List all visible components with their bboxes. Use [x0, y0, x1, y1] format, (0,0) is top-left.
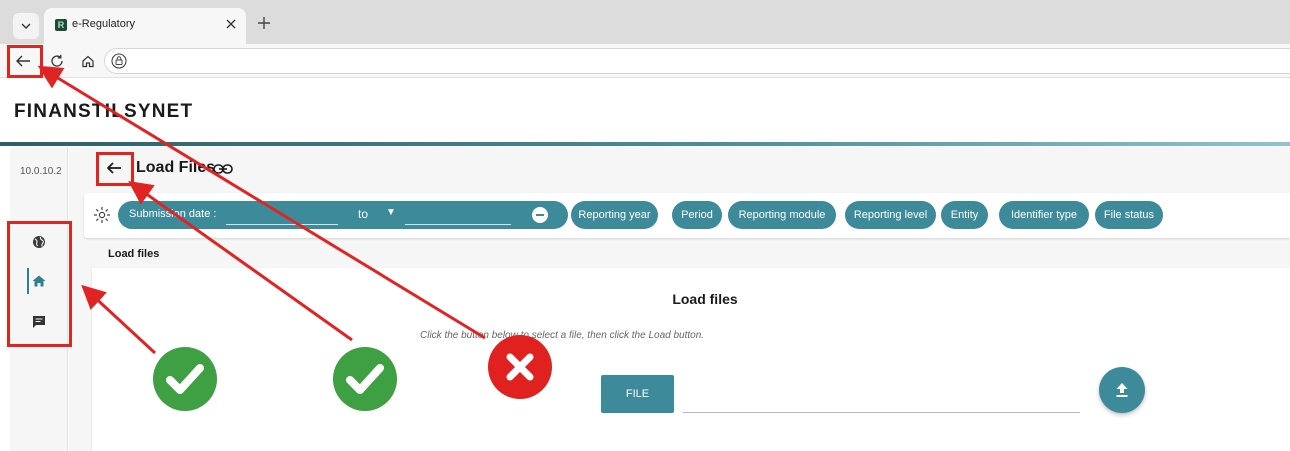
date-to-label: to	[358, 207, 369, 221]
tab-list-chevron-icon[interactable]	[13, 13, 39, 39]
file-select-button[interactable]: FILE	[601, 375, 674, 413]
date-to-input[interactable]	[405, 208, 511, 225]
remove-filter-icon[interactable]	[532, 207, 548, 223]
panel-title: Load files	[672, 291, 738, 307]
section-label: Load files	[108, 248, 160, 260]
chip-reporting-year[interactable]: Reporting year	[571, 201, 658, 229]
chip-identifier-type[interactable]: Identifier type	[999, 201, 1089, 229]
browser-tab-bar: R e-Regulatory	[0, 0, 1290, 44]
home-icon[interactable]	[78, 51, 98, 71]
highlight-browser-back	[7, 45, 43, 78]
chip-reporting-module[interactable]: Reporting module	[728, 201, 836, 229]
reload-icon[interactable]	[47, 51, 67, 71]
highlight-page-back	[96, 152, 134, 186]
app-logo: FINANSTILSYNET	[14, 101, 194, 122]
page-title: Load Files	[136, 159, 216, 176]
panel-description: Click the button below to select a file,…	[420, 330, 705, 341]
filter-brightness-icon[interactable]	[92, 205, 112, 225]
chip-file-status[interactable]: File status	[1095, 201, 1163, 229]
tab-title: e-Regulatory	[72, 18, 135, 30]
check-mark-icon	[333, 347, 397, 411]
submission-date-label: Submission date :	[129, 208, 217, 220]
highlight-sidebar-nav	[7, 221, 72, 347]
browser-nav-bar	[0, 44, 1290, 78]
header-divider	[0, 142, 1290, 146]
chip-period[interactable]: Period	[672, 201, 722, 229]
chip-reporting-level[interactable]: Reporting level	[845, 201, 936, 229]
date-from-input[interactable]	[226, 208, 338, 225]
link-icon[interactable]	[212, 161, 234, 177]
file-name-input[interactable]	[683, 412, 1080, 413]
chip-entity[interactable]: Entity	[941, 201, 988, 229]
close-icon[interactable]	[222, 15, 240, 33]
check-mark-icon	[153, 347, 217, 411]
cross-mark-icon	[488, 335, 552, 399]
favicon-icon: R	[55, 19, 67, 31]
filter-bar: Submission date : to ▼ Reporting year Pe…	[84, 193, 1290, 238]
site-info-lock-icon[interactable]	[111, 53, 127, 74]
upload-icon[interactable]	[1099, 367, 1145, 413]
address-bar[interactable]	[104, 48, 1290, 74]
plus-icon[interactable]	[254, 13, 274, 33]
app-version: 10.0.10.2	[20, 166, 62, 177]
browser-tab[interactable]: R e-Regulatory	[44, 8, 246, 44]
submission-date-filter[interactable]: Submission date : to ▼	[118, 201, 568, 229]
caret-down-icon[interactable]: ▼	[386, 207, 396, 218]
